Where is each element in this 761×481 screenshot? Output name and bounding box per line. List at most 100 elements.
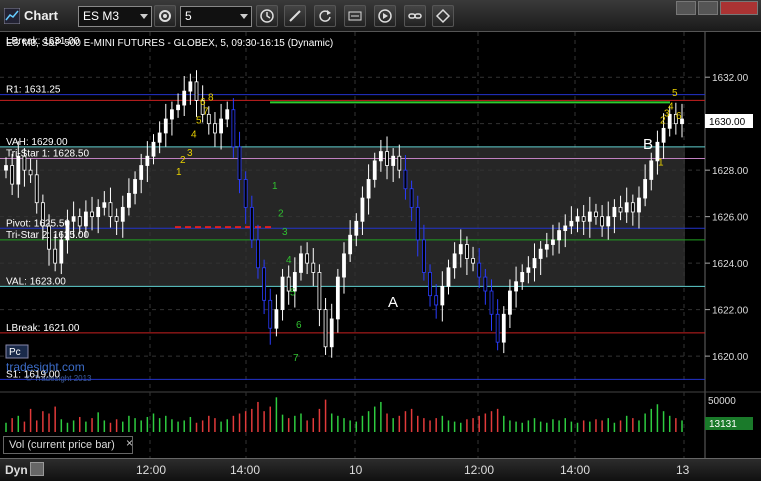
candle-body (305, 253, 310, 264)
candle-body (612, 206, 617, 218)
candle-body (520, 272, 525, 283)
candle-body (372, 160, 377, 180)
candle-body (90, 211, 94, 218)
pivot-label: Pivot: 1625.50 (6, 218, 70, 229)
candle-body (4, 165, 8, 171)
close-icon[interactable]: × (126, 436, 138, 450)
candle-body (557, 230, 561, 241)
sequence-count-label: 5 (672, 88, 678, 99)
gear-icon (159, 10, 171, 22)
candle-body (378, 151, 383, 162)
candle-body (127, 193, 131, 208)
draw-tool-button[interactable] (284, 5, 306, 27)
candle-body (335, 276, 340, 320)
close-button[interactable] (720, 1, 758, 15)
candle-body (176, 104, 180, 111)
sequence-count-label: 1 (272, 181, 278, 192)
indicator-icon (348, 11, 362, 21)
volume-panel-tab[interactable]: Vol (current price bar) (3, 436, 133, 454)
candle-body (348, 234, 353, 255)
toolbar: Chart ES M3 5 (0, 0, 761, 32)
link-button[interactable] (404, 5, 426, 27)
volume-last-value: 13131 (709, 419, 737, 430)
lock-icon[interactable] (30, 462, 44, 476)
candle-body (10, 165, 15, 185)
price-tick-label: 1622.00 (712, 306, 749, 317)
val-label: VAL: 1623.00 (6, 276, 66, 287)
candle-body (219, 118, 223, 134)
indicator-button[interactable] (344, 5, 366, 27)
candle-body (182, 90, 187, 106)
candle-body (569, 220, 574, 227)
candle-body (575, 216, 580, 222)
lbreak-label: LBreak: 1621.00 (6, 323, 80, 334)
sequence-count-label: 4 (668, 102, 674, 113)
candle-body (157, 132, 162, 143)
play-icon (378, 9, 392, 23)
price-axis (705, 32, 761, 458)
candle-body (53, 248, 58, 264)
sequence-count-label: 7 (293, 353, 299, 364)
candle-body (606, 216, 611, 227)
time-frame-button[interactable] (256, 5, 278, 27)
period-input[interactable]: 5 (180, 6, 252, 27)
candle-body (385, 151, 389, 166)
candle-body (483, 276, 488, 292)
candle-body (544, 244, 549, 250)
candle-body (452, 253, 457, 269)
properties-button[interactable] (432, 5, 454, 27)
candle-body (133, 179, 137, 194)
candle-body (243, 179, 248, 208)
candle-body (501, 313, 506, 343)
sequence-count-label: 1 (176, 167, 182, 178)
play-button[interactable] (374, 5, 396, 27)
time-axis: Dyn 12:00 14:00 10 12:00 14:00 13 (0, 458, 761, 481)
time-tick-label: 14:00 (560, 463, 591, 477)
candle-body (256, 239, 260, 269)
minimize-button[interactable] (676, 1, 696, 15)
s1-label: S1: 1619.00 (6, 369, 60, 380)
price-tick-label: 1628.00 (712, 166, 749, 177)
tristar2-label: Tri-Star 2: 1625.00 (6, 230, 89, 241)
candle-body (139, 165, 144, 180)
candle-body (34, 174, 39, 204)
sequence-count-label: 6 (676, 111, 682, 122)
dynamic-label[interactable]: Dyn (5, 463, 28, 477)
symbol-input[interactable]: ES M3 (78, 6, 152, 27)
price-tick-label: 1626.00 (712, 213, 749, 224)
candle-body (563, 225, 568, 231)
candle-body (213, 123, 217, 134)
candle-body (538, 248, 543, 259)
candle-body (170, 109, 174, 120)
sequence-count-label: 4 (286, 255, 292, 266)
chevron-down-icon[interactable] (140, 14, 148, 19)
instrument-settings-button[interactable] (154, 5, 176, 27)
candle-body (643, 179, 648, 199)
candle-body (508, 290, 512, 315)
time-tick-label: 14:00 (230, 463, 261, 477)
candle-body (163, 118, 168, 134)
maximize-button[interactable] (698, 1, 718, 15)
clock-icon (260, 9, 274, 23)
candle-body (102, 202, 107, 208)
candle-body (274, 309, 279, 329)
candle-body (594, 211, 598, 218)
candle-body (624, 202, 629, 213)
candle-body (391, 155, 396, 166)
refresh-button[interactable] (314, 5, 336, 27)
symbol-value: ES M3 (83, 9, 120, 23)
candle-body (237, 146, 242, 180)
chevron-down-icon[interactable] (240, 14, 248, 19)
candle-body (311, 262, 316, 273)
sequence-count-label: 5 (196, 116, 202, 127)
candle-body (471, 258, 475, 264)
sequence-count-label: 2 (180, 155, 186, 166)
candle-body (225, 109, 230, 120)
price-chart[interactable]: 1620.00 1622.00 1624.00 1626.00 1628.00 1630.… (0, 32, 761, 458)
annotation-a: A (388, 294, 398, 311)
volume-tick-label: 50000 (708, 396, 736, 407)
last-price-value: 1630.00 (709, 117, 746, 128)
candle-body (342, 253, 346, 278)
candle-body (16, 155, 21, 185)
candle-body (446, 267, 451, 287)
